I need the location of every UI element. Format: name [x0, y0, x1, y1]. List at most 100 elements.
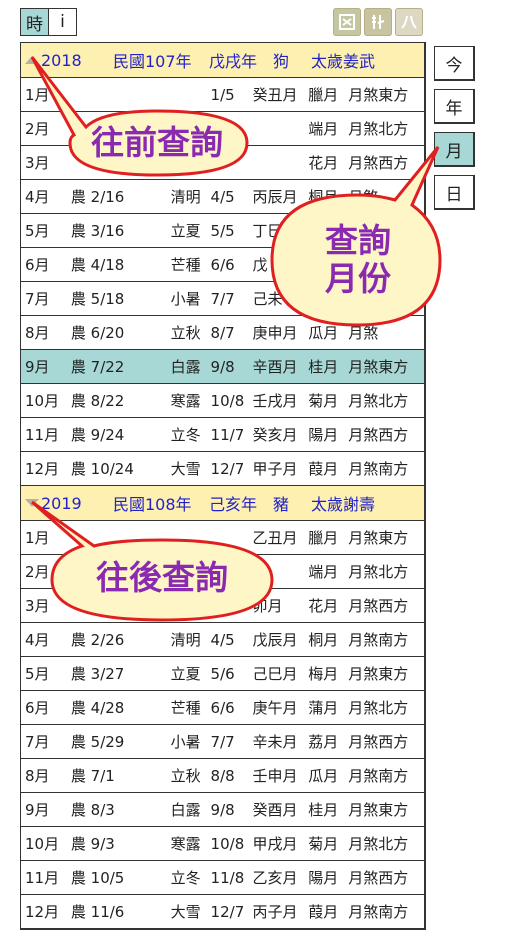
- month-label: 6月: [25, 256, 50, 274]
- dipper-icon[interactable]: [364, 8, 392, 36]
- solar-term: 白露: [170, 801, 201, 819]
- month-ganzhi: 丙子月: [252, 903, 298, 921]
- term-date: 1/5: [210, 85, 235, 104]
- month-row[interactable]: 1月 乙丑月 臘月 月煞東方: [21, 521, 424, 555]
- month-sha: 月煞西方: [348, 733, 409, 751]
- year-year: 2018: [41, 50, 82, 70]
- month-alias: 蒲月: [308, 699, 339, 717]
- month-row[interactable]: 12月農 10/24 大雪 12/7 甲子月 葭月 月煞南方: [21, 452, 424, 486]
- eight-icon[interactable]: [395, 8, 423, 36]
- day-view-button[interactable]: 日: [434, 175, 475, 210]
- month-row[interactable]: 9月 農 7/22 白露 9/8 辛酉月 桂月 月煞東方: [21, 350, 424, 384]
- month-label: 5月: [25, 222, 50, 240]
- lunar-date: 農 11/6: [70, 903, 125, 921]
- term-date: 10/8: [210, 391, 245, 410]
- today-button[interactable]: 今: [434, 46, 475, 81]
- solar-term: 大雪: [170, 903, 201, 921]
- month-row[interactable]: 10月農 8/22 寒露 10/8 壬戌月 菊月 月煞北方: [21, 384, 424, 418]
- month-row[interactable]: 1月 1/5 癸丑月 臘月 月煞東方: [21, 78, 424, 112]
- month-row[interactable]: 3月 卯月 花月 月煞西方: [21, 589, 424, 623]
- month-row[interactable]: 2月 端月 月煞北方: [21, 112, 424, 146]
- month-label: 6月: [25, 699, 50, 717]
- month-row[interactable]: 11月農 10/5 立冬 11/8 乙亥月 陽月 月煞西方: [21, 861, 424, 895]
- month-sha: 月煞東方: [348, 86, 409, 104]
- month-label: 1月: [25, 529, 50, 547]
- month-sha: 月煞西方: [348, 154, 409, 172]
- month-label: 10月: [25, 392, 60, 410]
- month-row[interactable]: 3月 花月 月煞西方: [21, 146, 424, 180]
- solar-term: 立冬: [170, 426, 201, 444]
- month-alias: 陽月: [308, 426, 339, 444]
- term-date: 8/8: [210, 766, 235, 785]
- year-header-2019[interactable]: 2019 民國108年 己亥年豬 太歲謝壽: [21, 486, 424, 521]
- month-row[interactable]: 5月 農 3/16 立夏 5/5 丁巳: [21, 214, 424, 248]
- month-sha: 月煞: [348, 188, 379, 206]
- year-taisui: 太歲姜武: [311, 52, 376, 71]
- month-label: 4月: [25, 188, 50, 206]
- term-date: 10/8: [210, 834, 245, 853]
- lunar-date: 農 10/24: [70, 460, 134, 478]
- term-date: 7/7: [210, 289, 235, 308]
- month-alias: 葭月: [308, 460, 339, 478]
- month-row[interactable]: 7月 農 5/29 小暑 7/7 辛未月 荔月 月煞西方: [21, 725, 424, 759]
- month-ganzhi: 壬戌月: [252, 392, 298, 410]
- year-roc: 民國107年: [113, 52, 192, 71]
- info-button[interactable]: i: [49, 8, 77, 36]
- triangle-down-icon[interactable]: [25, 499, 39, 507]
- month-ganzhi: 甲子月: [252, 460, 298, 478]
- month-ganzhi: 戊辰月: [252, 631, 298, 649]
- month-ganzhi: 卯月: [252, 597, 283, 615]
- month-alias: 葭月: [308, 903, 339, 921]
- month-sha: 月煞東方: [348, 665, 409, 683]
- month-row[interactable]: 5月 農 3/27 立夏 5/6 己巳月 梅月 月煞東方: [21, 657, 424, 691]
- month-label: 12月: [25, 460, 60, 478]
- month-sha: 月煞北方: [348, 120, 409, 138]
- month-row[interactable]: 4月 農 2/16 清明 4/5 丙辰月 桐月 月煞: [21, 180, 424, 214]
- month-ganzhi: 丁巳: [252, 222, 283, 240]
- year-view-button[interactable]: 年: [434, 89, 475, 124]
- solar-term: 芒種: [170, 699, 201, 717]
- top-toolbar: 時 i: [20, 8, 77, 36]
- solar-term: 立秋: [170, 767, 201, 785]
- triangle-up-icon[interactable]: [25, 56, 39, 64]
- lunar-date: 農 2/26: [70, 631, 125, 649]
- lunar-date: 農 7/1: [70, 767, 115, 785]
- month-row[interactable]: 6月 農 4/28 芒種 6/6 庚午月 蒲月 月煞北方: [21, 691, 424, 725]
- month-row[interactable]: 7月 農 5/18 小暑 7/7 己未: [21, 282, 424, 316]
- year-zodiac: 狗: [273, 52, 290, 71]
- month-alias: 花月: [308, 597, 339, 615]
- seal-icon[interactable]: [333, 8, 361, 36]
- month-ganzhi: 戊: [252, 256, 268, 274]
- month-row[interactable]: 9月 農 8/3 白露 9/8 癸酉月 桂月 月煞東方: [21, 793, 424, 827]
- month-label: 11月: [25, 869, 60, 887]
- term-date: 12/7: [210, 459, 245, 478]
- lunar-date: 農 8/3: [70, 801, 115, 819]
- month-row[interactable]: 8月 農 6/20 立秋 8/7 庚申月 瓜月 月煞: [21, 316, 424, 350]
- month-label: 7月: [25, 733, 50, 751]
- year-header-2018[interactable]: 2018 民國107年 戊戌年狗 太歲姜武: [21, 43, 424, 78]
- month-row[interactable]: 10月農 9/3 寒露 10/8 甲戌月 菊月 月煞北方: [21, 827, 424, 861]
- month-row[interactable]: 2月 端月 月煞北方: [21, 555, 424, 589]
- year-ganzhi: 戊戌年: [209, 52, 258, 71]
- month-view-button[interactable]: 月: [434, 132, 475, 167]
- month-alias: 端月: [308, 120, 339, 138]
- month-label: 5月: [25, 665, 50, 683]
- month-alias: 臘月: [308, 86, 339, 104]
- solar-term: 清明: [170, 188, 201, 206]
- term-date: 4/5: [210, 630, 235, 649]
- hour-view-button[interactable]: 時: [20, 8, 49, 36]
- month-sha: 月煞南方: [348, 903, 409, 921]
- month-sha: 月煞東方: [348, 801, 409, 819]
- month-row[interactable]: 6月 農 4/18 芒種 6/6 戊: [21, 248, 424, 282]
- lunar-date: 農 8/22: [70, 392, 125, 410]
- month-sha: 月煞南方: [348, 460, 409, 478]
- month-row[interactable]: 12月農 11/6 大雪 12/7 丙子月 葭月 月煞南方: [21, 895, 424, 928]
- term-date: 11/8: [210, 868, 245, 887]
- solar-term: 大雪: [170, 460, 201, 478]
- month-calendar-list: 2018 民國107年 戊戌年狗太歲姜武 1月 1/5 癸丑月 臘月 月煞東方 2月 端月 月煞北方…: [20, 42, 426, 930]
- month-row[interactable]: 4月 農 2/26 清明 4/5 戊辰月 桐月 月煞南方: [21, 623, 424, 657]
- month-row[interactable]: 8月 農 7/1 立秋 8/8 壬申月 瓜月 月煞南方: [21, 759, 424, 793]
- month-label: 4月: [25, 631, 50, 649]
- month-row[interactable]: 11月農 9/24 立冬 11/7 癸亥月 陽月 月煞西方: [21, 418, 424, 452]
- lunar-date: 農 9/3: [70, 835, 115, 853]
